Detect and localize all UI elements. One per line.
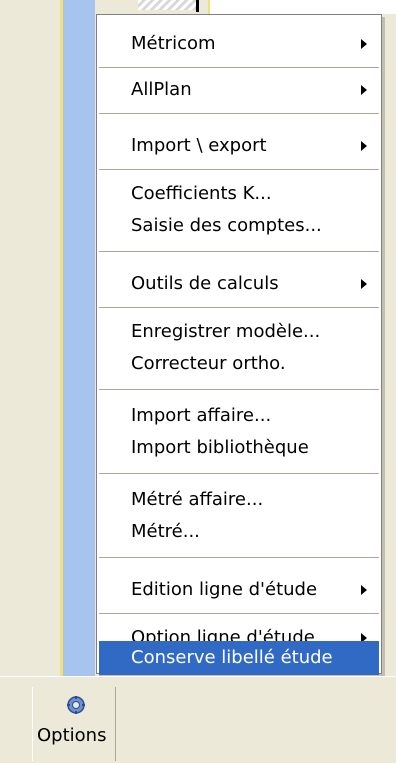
menu-item-label: Conserve libellé étude: [131, 647, 333, 668]
menu-item-edition-ligne-etude[interactable]: Edition ligne d'étude: [99, 573, 379, 607]
menu-item-coefficients-k[interactable]: Coefficients K...: [99, 177, 379, 211]
submenu-arrow-icon: [361, 585, 367, 595]
menu-item-label: Import bibliothèque: [131, 437, 309, 458]
menu-item-import-affaire[interactable]: Import affaire...: [99, 399, 379, 433]
menu-item-label: Métré...: [131, 521, 200, 542]
menu-separator: [99, 67, 379, 68]
options-button[interactable]: Options: [32, 687, 116, 761]
bottom-toolbar: Options: [0, 676, 396, 763]
background-panel-right: [208, 0, 396, 14]
menu-item-outils-de-calculs[interactable]: Outils de calculs: [99, 267, 379, 301]
menu-item-import-bibliotheque[interactable]: Import bibliothèque: [99, 431, 379, 465]
menu-separator: [99, 473, 379, 474]
menu-separator: [99, 613, 379, 614]
menu-separator: [99, 251, 379, 252]
menu-item-label: Outils de calculs: [131, 273, 279, 294]
menu-item-metre-affaire[interactable]: Métré affaire...: [99, 483, 379, 517]
menu-item-conserve-libelle-etude[interactable]: Conserve libellé étude: [99, 641, 379, 675]
menu-separator: [99, 307, 379, 308]
options-gear-icon: [67, 696, 85, 714]
menu-separator: [99, 169, 379, 170]
menu-item-label: Enregistrer modèle...: [131, 321, 321, 342]
background-hatched-strip: [138, 0, 196, 10]
background-panel: [60, 0, 95, 676]
menu-item-label: Import \ export: [131, 135, 267, 156]
menu-item-label: Edition ligne d'étude: [131, 579, 318, 600]
menu-item-enregistrer-modele[interactable]: Enregistrer modèle...: [99, 315, 379, 349]
menu-item-correcteur-ortho[interactable]: Correcteur ortho.: [99, 347, 379, 381]
menu-item-metricom[interactable]: Métricom: [99, 27, 379, 61]
submenu-arrow-icon: [361, 39, 367, 49]
menu-separator: [99, 557, 379, 558]
menu-item-metre[interactable]: Métré...: [99, 515, 379, 549]
background-window-left: [0, 0, 60, 676]
submenu-arrow-icon: [361, 279, 367, 289]
menu-item-saisie-des-comptes[interactable]: Saisie des comptes...: [99, 209, 379, 243]
menu-item-label: Métré affaire...: [131, 489, 264, 510]
menu-item-label: AllPlan: [131, 79, 192, 100]
submenu-arrow-icon: [361, 141, 367, 151]
menu-item-label: Coefficients K...: [131, 183, 272, 204]
menu-item-label: Correcteur ortho.: [131, 353, 286, 374]
menu-item-label: Import affaire...: [131, 405, 272, 426]
submenu-arrow-icon: [361, 85, 367, 95]
options-context-menu: Métricom AllPlan Import \ export Coeffic…: [96, 14, 382, 675]
background-window-right: [380, 14, 396, 676]
menu-item-label: Métricom: [131, 33, 216, 54]
background-marker: [196, 0, 199, 12]
menu-item-import-export[interactable]: Import \ export: [99, 129, 379, 163]
menu-item-label: Saisie des comptes...: [131, 215, 322, 236]
menu-separator: [99, 113, 379, 114]
menu-separator: [99, 389, 379, 390]
menu-item-allplan[interactable]: AllPlan: [99, 73, 379, 107]
options-button-label: Options: [37, 725, 107, 746]
